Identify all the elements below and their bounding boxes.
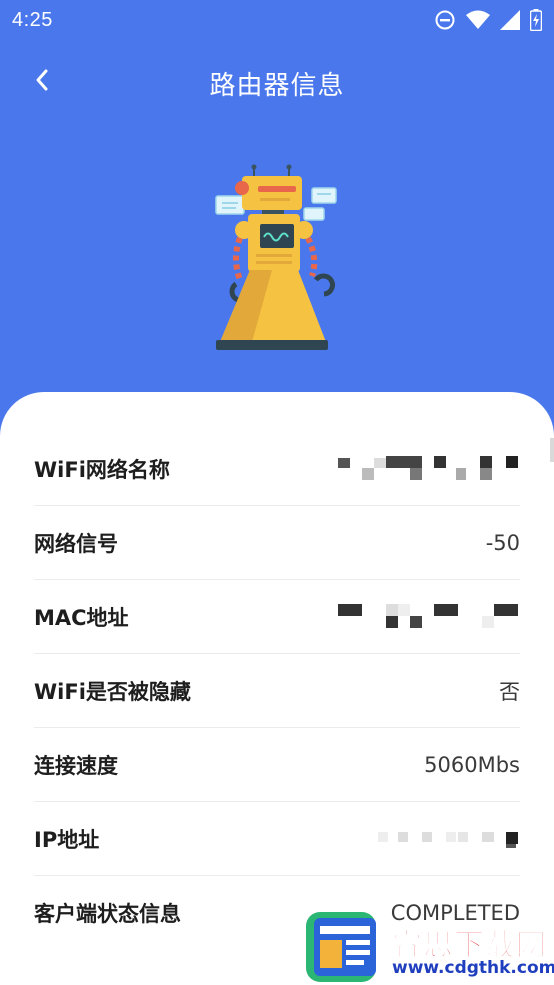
ip-label: IP地址 (34, 827, 100, 852)
battery-charging-icon (530, 9, 542, 31)
do-not-disturb-icon (434, 9, 456, 31)
info-row-ip: IP地址 (34, 802, 520, 876)
status-icons (434, 9, 542, 31)
status-bar: 4:25 (0, 0, 554, 40)
page-title: 路由器信息 (209, 70, 345, 101)
signal-label: 网络信号 (34, 531, 118, 556)
hidden-label: WiFi是否被隐藏 (34, 679, 191, 704)
info-row-wifi-name: WiFi网络名称 (34, 432, 520, 506)
client-state-label: 客户端状态信息 (34, 902, 181, 926)
wifi-name-value-masked (336, 454, 520, 484)
info-row-signal: 网络信号 -50 (34, 506, 520, 580)
mac-label: MAC地址 (34, 605, 129, 630)
speed-value: 5060Mbs (424, 752, 520, 777)
info-row-speed: 连接速度 5060Mbs (34, 728, 520, 802)
cell-signal-icon (500, 10, 520, 30)
status-time: 4:25 (12, 8, 53, 31)
hidden-value: 否 (499, 679, 520, 704)
ip-value-masked (336, 824, 520, 854)
scroll-indicator[interactable] (550, 438, 554, 462)
info-row-hidden: WiFi是否被隐藏 否 (34, 654, 520, 728)
speed-label: 连接速度 (34, 753, 118, 778)
mac-value-masked (336, 602, 520, 632)
app-bar: 路由器信息 (0, 48, 554, 118)
router-info-list: WiFi网络名称 网络信号 -50 MAC地址 WiFi是否被隐藏 否 连接速度… (34, 432, 520, 950)
wifi-signal-icon (466, 10, 490, 30)
signal-value: -50 (485, 530, 520, 555)
info-row-mac: MAC地址 (34, 580, 520, 654)
back-button[interactable] (20, 60, 64, 104)
wifi-name-label: WiFi网络名称 (34, 457, 170, 482)
robot-illustration (200, 158, 350, 358)
site-watermark: 睿思下载网 www.cdgthk.com (304, 906, 554, 985)
back-arrow-icon (34, 68, 50, 97)
watermark-logo-icon (304, 910, 382, 985)
watermark-url: www.cdgthk.com (392, 958, 554, 978)
